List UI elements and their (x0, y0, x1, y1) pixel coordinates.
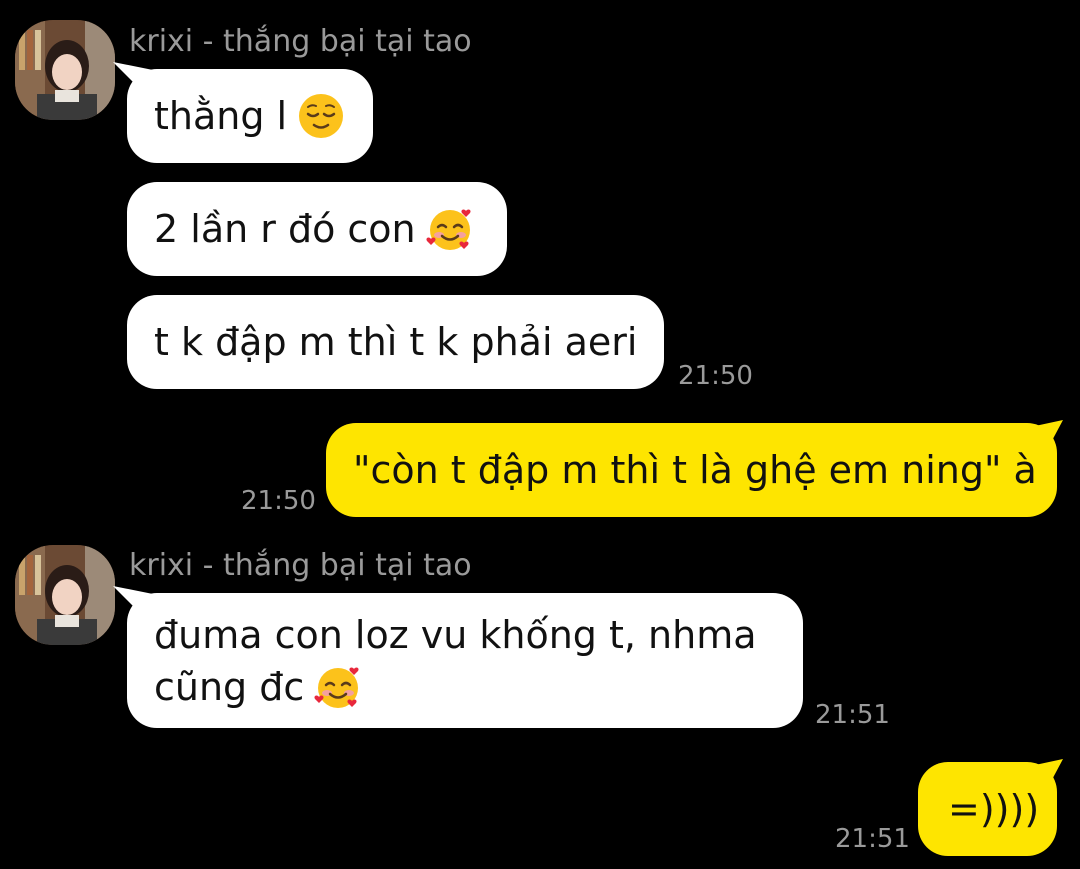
sender-name: krixi - thắng bại tại tao (129, 548, 472, 583)
avatar-photo (15, 20, 115, 120)
message-text: cũng đc (154, 665, 305, 709)
incoming-message-bubble[interactable]: t k đập m thì t k phải aeri (127, 295, 664, 389)
message-timestamp: 21:51 (835, 824, 910, 854)
message-timestamp: 21:51 (815, 700, 890, 730)
relieved-face-icon (299, 94, 344, 138)
sender-name: krixi - thắng bại tại tao (129, 24, 472, 59)
bubble-tail (1035, 420, 1063, 450)
smiling-face-with-hearts-icon (314, 667, 359, 708)
message-text: thằng l (154, 94, 288, 138)
message-timestamp: 21:50 (678, 361, 753, 391)
contact-avatar[interactable] (15, 20, 115, 120)
message-text: 2 lần r đó con (154, 207, 416, 251)
message-timestamp: 21:50 (241, 486, 316, 516)
message-text: =)))) (948, 787, 1040, 831)
message-text: "còn t đập m thì t là ghệ em ning" à (353, 448, 1037, 492)
message-line: cũng đc (154, 661, 757, 713)
incoming-message-bubble[interactable]: 2 lần r đó con (127, 182, 507, 276)
incoming-message-bubble[interactable]: thằng l (127, 69, 373, 163)
bubble-tail (113, 62, 153, 92)
message-text-block: đuma con loz vu khống t, nhma cũng đc (154, 609, 757, 713)
message-text: t k đập m thì t k phải aeri (154, 320, 638, 364)
avatar-photo (15, 545, 115, 645)
outgoing-message-bubble[interactable]: "còn t đập m thì t là ghệ em ning" à (326, 423, 1057, 517)
message-text: đuma con loz vu khống t, nhma (154, 613, 757, 657)
bubble-tail (1035, 759, 1063, 789)
incoming-message-bubble[interactable]: đuma con loz vu khống t, nhma cũng đc (127, 593, 803, 728)
contact-avatar[interactable] (15, 545, 115, 645)
smiling-face-with-hearts-icon (426, 209, 471, 250)
bubble-tail (113, 586, 153, 616)
